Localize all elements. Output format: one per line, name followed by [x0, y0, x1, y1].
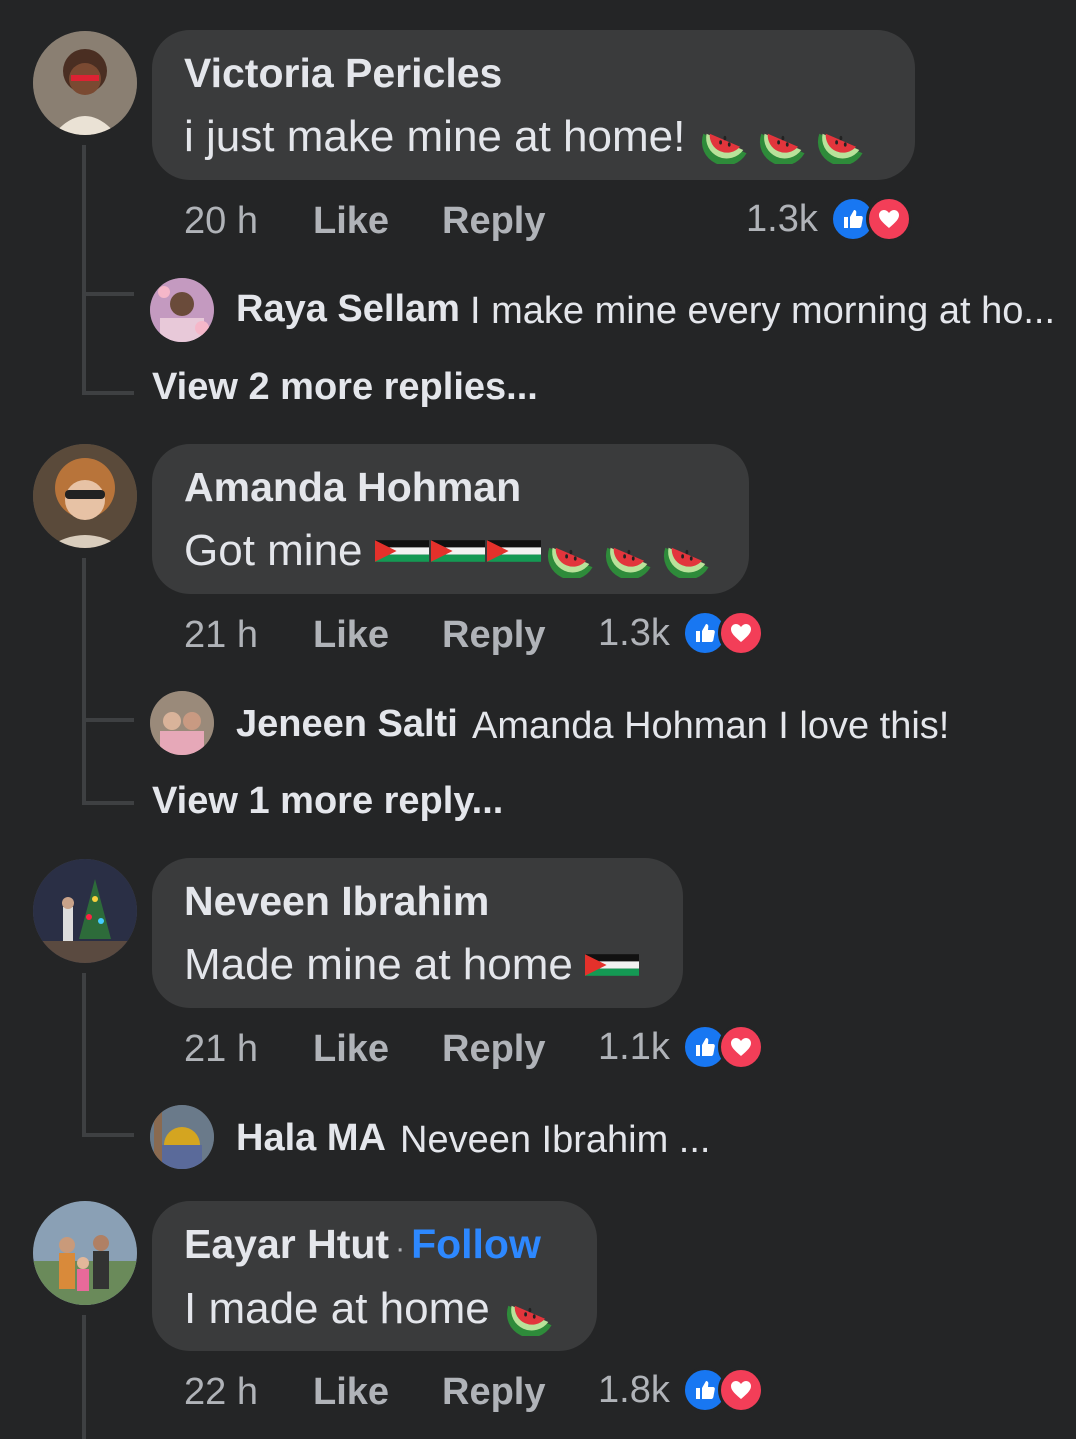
watermelon-icon [545, 524, 599, 578]
avatar[interactable] [33, 859, 137, 963]
reaction-icons[interactable] [682, 1367, 764, 1413]
view-more-replies-link[interactable]: View 2 more replies... [152, 366, 538, 409]
reply-button[interactable]: Reply [442, 1028, 545, 1071]
thread-connector [82, 1133, 134, 1137]
love-reaction-icon [718, 1367, 764, 1413]
reply-author[interactable]: Hala MA [236, 1117, 386, 1160]
comment-author[interactable]: Neveen Ibrahim [184, 878, 489, 925]
reply-avatar[interactable] [150, 278, 214, 342]
reply-author[interactable]: Raya Sellam [236, 288, 460, 331]
thread-connector [82, 292, 134, 296]
reply-avatar[interactable] [150, 1105, 214, 1169]
reply-button[interactable]: Reply [442, 1371, 545, 1414]
comment-text-body: Got mine [184, 526, 363, 575]
thread-line [82, 558, 86, 802]
like-button[interactable]: Like [313, 1028, 389, 1071]
palestine-flag-icon [585, 948, 639, 982]
comment-text-body: I made at home [184, 1284, 490, 1333]
reaction-count[interactable]: 1.8k [598, 1369, 670, 1412]
palestine-flag-icon [431, 534, 485, 568]
thread-connector [82, 391, 134, 395]
reaction-count[interactable]: 1.3k [746, 198, 818, 241]
comment-timestamp[interactable]: 20 h [184, 200, 258, 243]
reply-avatar[interactable] [150, 691, 214, 755]
thread-connector [82, 801, 134, 805]
reaction-icons[interactable] [830, 196, 912, 242]
watermelon-icon [815, 110, 869, 164]
love-reaction-icon [718, 610, 764, 656]
comment-text: Got mine [184, 524, 715, 578]
love-reaction-icon [866, 196, 912, 242]
like-button[interactable]: Like [313, 200, 389, 243]
comment-author[interactable]: Victoria Pericles [184, 50, 502, 97]
reaction-icons[interactable] [682, 1024, 764, 1070]
avatar[interactable] [33, 444, 137, 548]
comment-timestamp[interactable]: 21 h [184, 614, 258, 657]
comment-author[interactable]: Amanda Hohman [184, 464, 521, 511]
reply-text: I make mine every morning at ho... [470, 290, 1056, 332]
like-button[interactable]: Like [313, 614, 389, 657]
comment-author-row: Eayar Htut · Follow [184, 1221, 541, 1268]
watermelon-icon [603, 524, 657, 578]
avatar[interactable] [33, 1201, 137, 1305]
like-button[interactable]: Like [313, 1371, 389, 1414]
follow-button[interactable]: Follow [411, 1221, 541, 1267]
watermelon-icon [757, 110, 811, 164]
reply-button[interactable]: Reply [442, 200, 545, 243]
comment-timestamp[interactable]: 21 h [184, 1028, 258, 1071]
watermelon-icon [699, 110, 753, 164]
reaction-count[interactable]: 1.1k [598, 1026, 670, 1069]
comment-text-body: Made mine at home [184, 940, 573, 989]
comment-text-body: i just make mine at home! [184, 112, 686, 161]
comment-text: i just make mine at home! [184, 110, 869, 164]
avatar[interactable] [33, 31, 137, 135]
palestine-flag-icon [375, 534, 429, 568]
love-reaction-icon [718, 1024, 764, 1070]
thread-connector [82, 718, 134, 722]
reaction-count[interactable]: 1.3k [598, 612, 670, 655]
comment-text: Made mine at home [184, 940, 639, 990]
comment-timestamp[interactable]: 22 h [184, 1371, 258, 1414]
reply-text: Amanda Hohman I love this! [472, 705, 950, 747]
reaction-icons[interactable] [682, 610, 764, 656]
reply-author[interactable]: Jeneen Salti [236, 703, 458, 746]
reply-button[interactable]: Reply [442, 614, 545, 657]
watermelon-icon [661, 524, 715, 578]
reply-text: Neveen Ibrahim ... [400, 1119, 711, 1161]
palestine-flag-icon [487, 534, 541, 568]
separator-dot: · [395, 1232, 406, 1265]
thread-line [82, 973, 86, 1137]
watermelon-icon [504, 1282, 558, 1336]
thread-line [82, 145, 86, 395]
comment-text: I made at home [184, 1282, 558, 1336]
comment-author[interactable]: Eayar Htut [184, 1221, 389, 1267]
thread-line [82, 1315, 86, 1439]
view-more-replies-link[interactable]: View 1 more reply... [152, 780, 503, 823]
